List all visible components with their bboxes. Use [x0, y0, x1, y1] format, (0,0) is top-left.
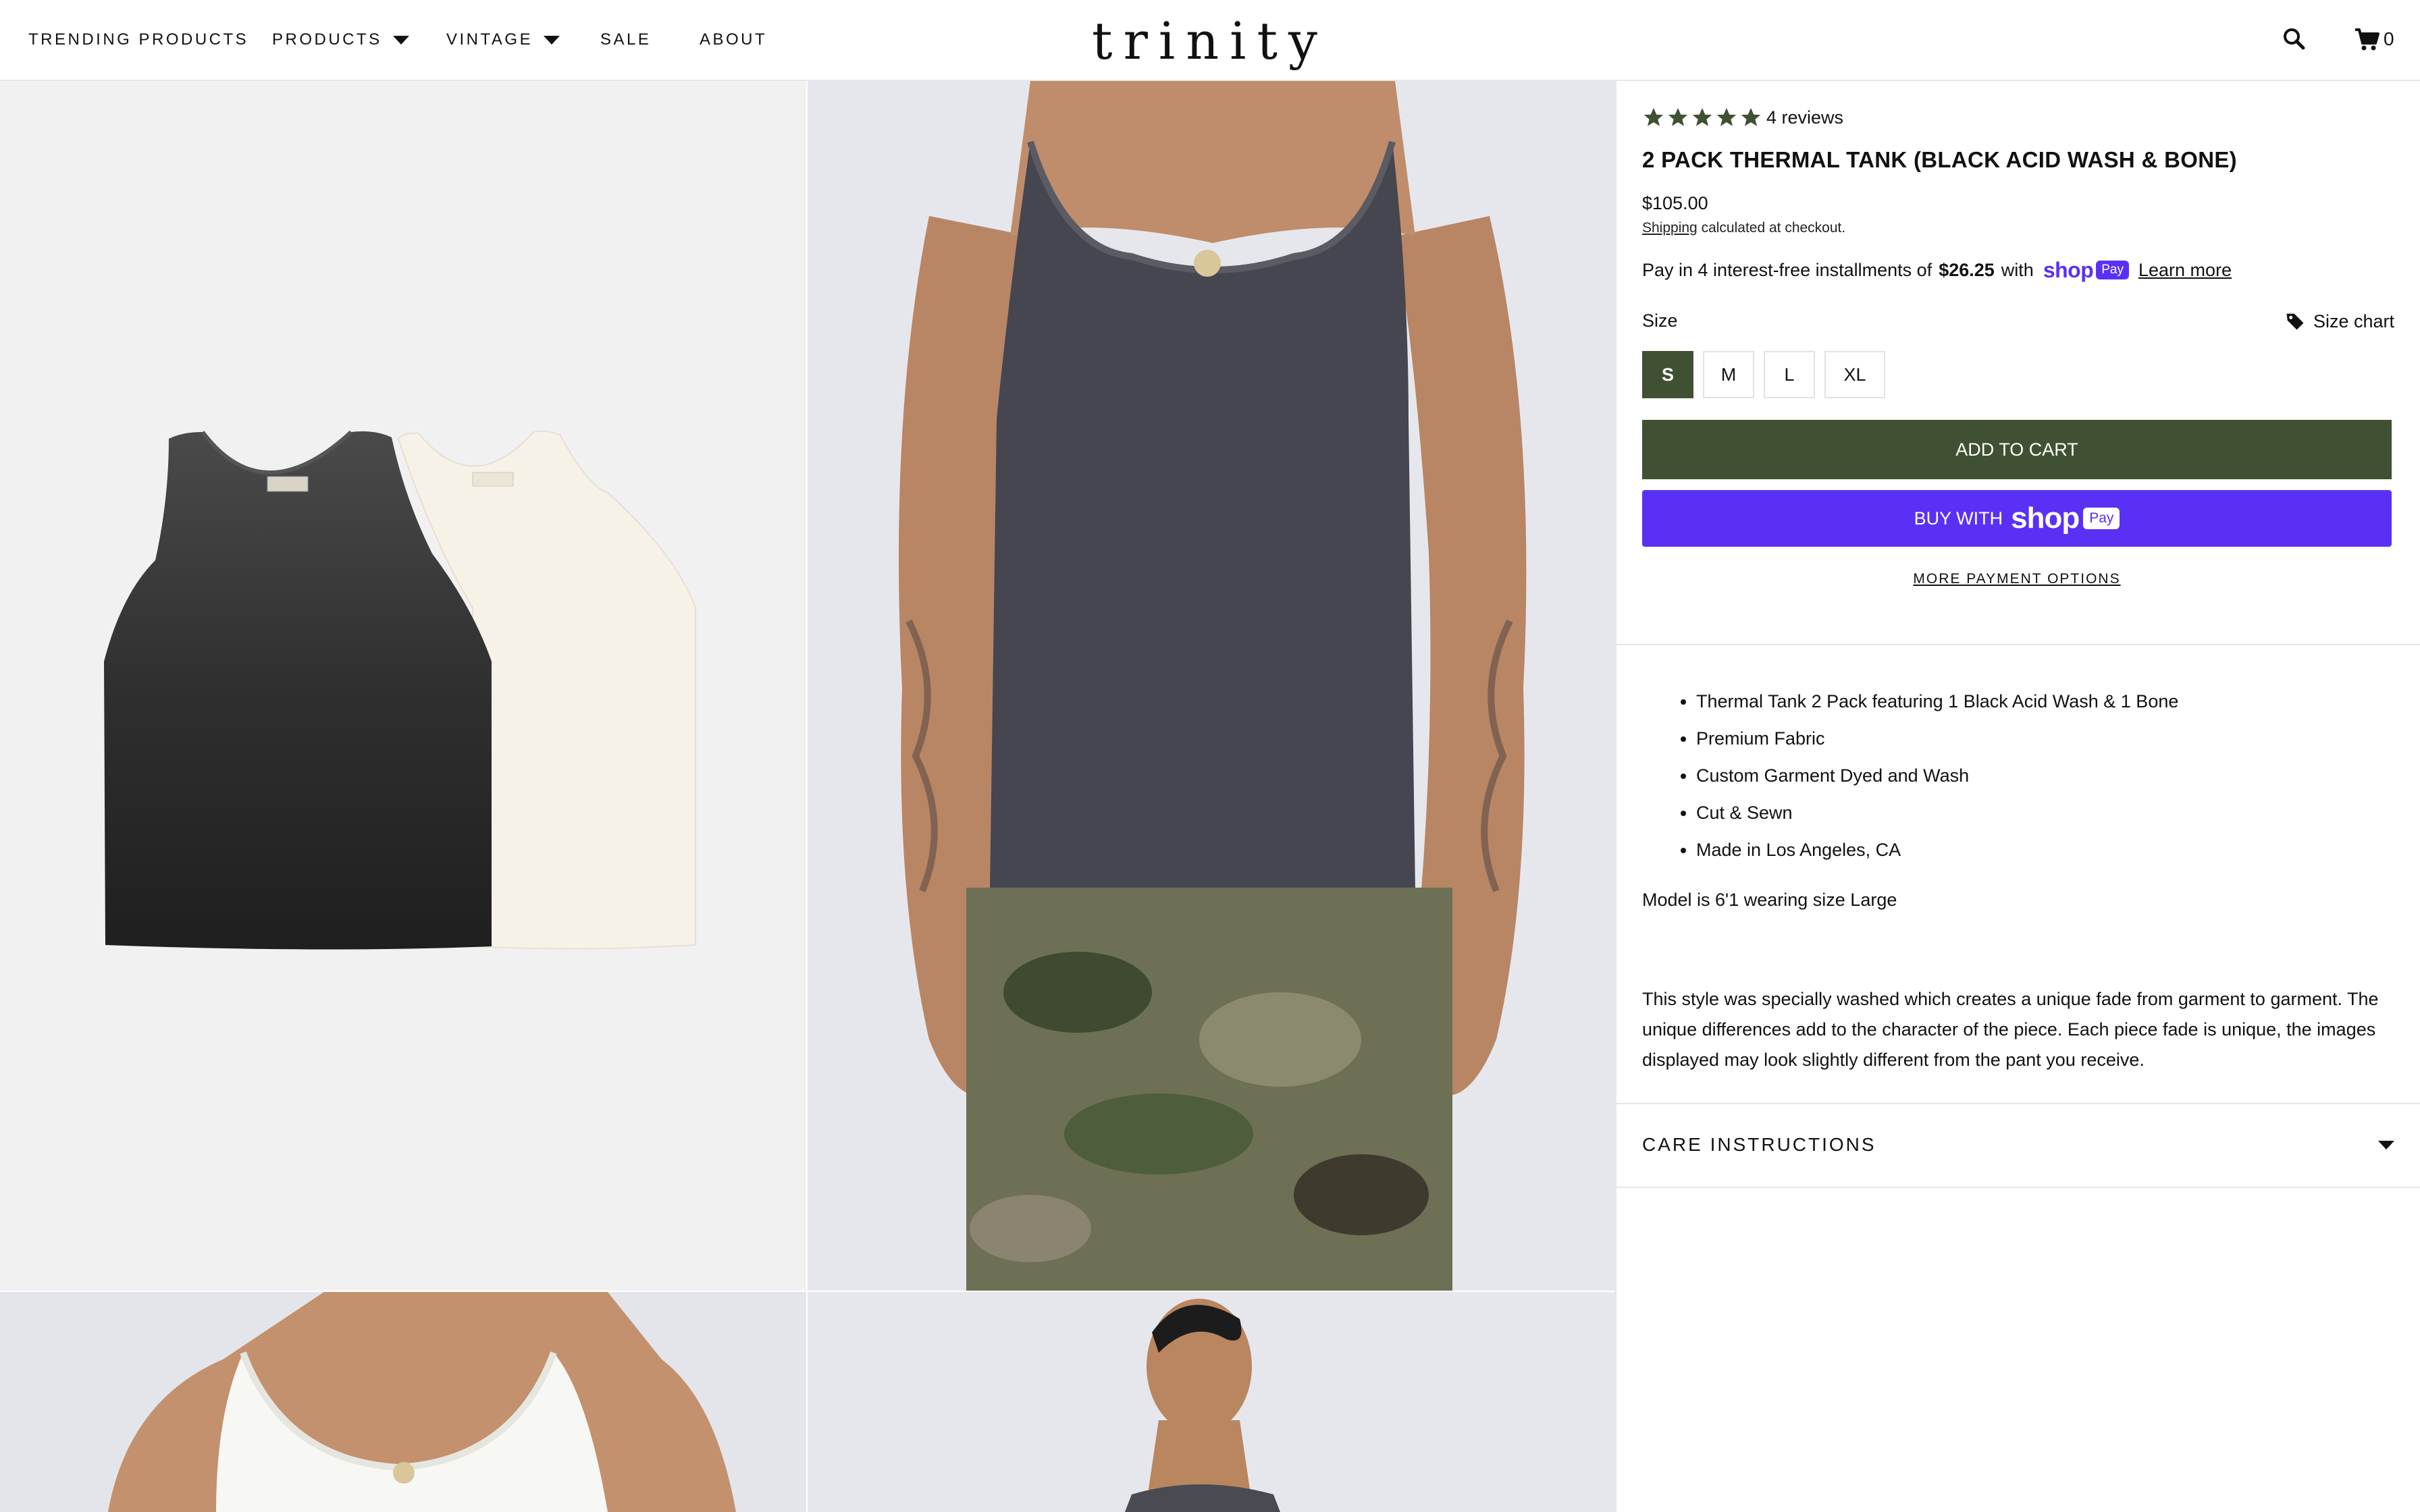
shop-logo: shop — [2011, 502, 2080, 535]
shop-pay-logo: shop — [2043, 257, 2094, 282]
nav-sale-label: SALE — [600, 30, 652, 49]
buy-with-label: BUY WITH — [1914, 508, 2003, 529]
shop-pay-pill: Pay — [2096, 261, 2129, 279]
size-label: Size — [1642, 310, 1678, 331]
divider — [1616, 1187, 2420, 1188]
feature-item: Custom Garment Dyed and Wash — [1696, 757, 2392, 794]
installments-banner: Pay in 4 interest-free installments of $… — [1642, 255, 2232, 285]
installments-prefix: Pay in 4 interest-free installments of — [1642, 259, 1932, 280]
installments-suffix: with — [2001, 259, 2034, 280]
size-option-m[interactable]: M — [1703, 351, 1754, 398]
care-instructions-label: CARE INSTRUCTIONS — [1642, 1134, 1876, 1155]
chevron-down-icon — [544, 35, 560, 45]
shipping-link[interactable]: Shipping — [1642, 220, 1698, 236]
product-info-panel: 4 reviews 2 PACK THERMAL TANK (BLACK ACI… — [1615, 81, 2420, 1512]
model-side-profile-image[interactable] — [808, 1292, 1615, 1512]
model-note: Model is 6'1 wearing size Large — [1642, 890, 1897, 910]
size-option-l[interactable]: L — [1764, 351, 1815, 398]
star-icon — [1643, 107, 1664, 126]
product-description: This style was specially washed which cr… — [1642, 989, 2379, 1070]
site-logo[interactable]: trinity — [1067, 5, 1353, 76]
feature-item: Made in Los Angeles, CA — [1696, 832, 2392, 869]
size-option-s[interactable]: S — [1642, 351, 1693, 398]
size-option-xl[interactable]: XL — [1824, 351, 1885, 398]
nav-products[interactable]: PRODUCTS — [272, 0, 409, 80]
feature-item: Premium Fabric — [1696, 720, 2392, 757]
installments-amount: $26.25 — [1939, 259, 1995, 280]
nav-products-label: PRODUCTS — [272, 30, 382, 49]
add-to-cart-button[interactable]: ADD TO CART — [1642, 420, 2392, 479]
nav-vintage-label: VINTAGE — [446, 30, 533, 49]
reviews-count[interactable]: 4 reviews — [1766, 107, 1843, 128]
size-chart-label: Size chart — [2313, 310, 2394, 331]
model-front-black-tank-image[interactable] — [808, 81, 1615, 1291]
rating-row[interactable]: 4 reviews — [1642, 103, 1843, 132]
chevron-down-icon — [2378, 1140, 2394, 1150]
model-bone-tank-image[interactable] — [0, 1292, 806, 1512]
nav-trending-products[interactable]: TRENDING PRODUCTS — [28, 0, 248, 80]
product-flat-lay-image[interactable] — [0, 81, 806, 1291]
chevron-down-icon — [392, 35, 409, 45]
nav-vintage[interactable]: VINTAGE — [446, 0, 560, 80]
feature-item: Cut & Sewn — [1696, 794, 2392, 832]
site-header: TRENDING PRODUCTS PRODUCTS VINTAGE SALE … — [0, 0, 2420, 81]
care-instructions-accordion[interactable]: CARE INSTRUCTIONS — [1616, 1103, 2420, 1187]
product-gallery — [0, 81, 1615, 1512]
star-icon — [1741, 107, 1761, 126]
buy-with-shop-pay-button[interactable]: BUY WITH shop Pay — [1642, 490, 2392, 547]
more-payment-options-link[interactable]: MORE PAYMENT OPTIONS — [1642, 571, 2392, 587]
divider — [1616, 644, 2420, 645]
tag-icon — [2286, 313, 2304, 330]
nav-about[interactable]: ABOUT — [700, 0, 767, 80]
star-icon — [1692, 107, 1712, 126]
star-icon — [1716, 107, 1737, 126]
search-icon[interactable] — [2280, 24, 2309, 54]
cart-icon[interactable] — [2352, 24, 2382, 54]
star-icon — [1668, 107, 1688, 126]
shop-pay-pill: Pay — [2083, 508, 2120, 529]
cart-count[interactable]: 0 — [2384, 24, 2394, 54]
nav-trending-products-label: TRENDING PRODUCTS — [28, 30, 249, 49]
product-title: 2 PACK THERMAL TANK (BLACK ACID WASH & B… — [1642, 147, 2237, 172]
learn-more-link[interactable]: Learn more — [2138, 260, 2232, 281]
product-price: $105.00 — [1642, 193, 1708, 213]
feature-list: Thermal Tank 2 Pack featuring 1 Black Ac… — [1642, 683, 2392, 869]
nav-about-label: ABOUT — [700, 30, 768, 49]
shipping-note: Shipping calculated at checkout. — [1642, 220, 1845, 236]
feature-item: Thermal Tank 2 Pack featuring 1 Black Ac… — [1696, 683, 2392, 720]
size-chart-link[interactable]: Size chart — [2285, 308, 2394, 335]
shipping-note-text: calculated at checkout. — [1701, 220, 1846, 236]
nav-sale[interactable]: SALE — [600, 0, 651, 80]
size-selector: S M L XL — [1642, 351, 1895, 398]
